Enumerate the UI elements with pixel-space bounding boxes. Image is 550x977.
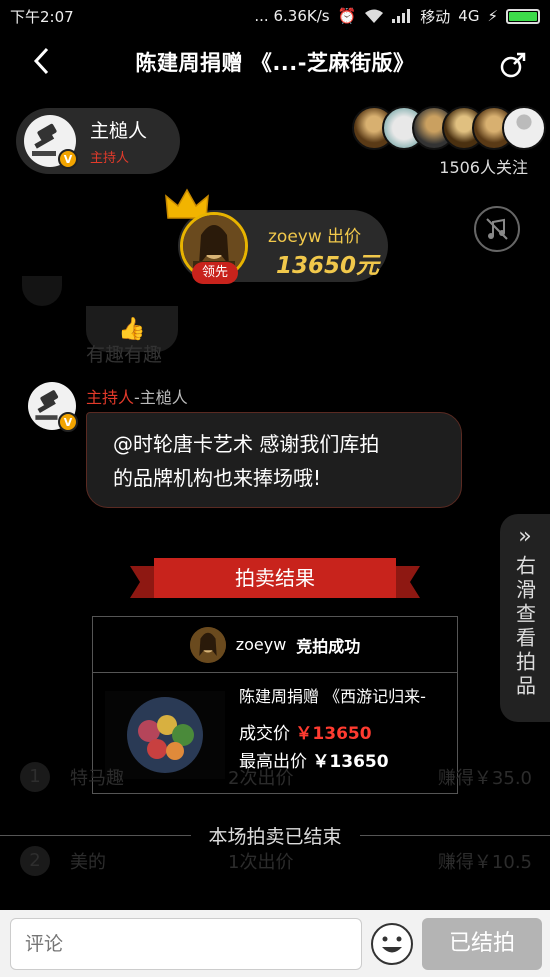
- share-button[interactable]: [498, 50, 528, 80]
- item-title: 陈建周捐赠 《西游记归来-: [239, 687, 426, 706]
- follower-avatar: [502, 106, 546, 150]
- winner-status: 竞拍成功: [296, 636, 361, 656]
- divider-line: [359, 834, 550, 836]
- network-speed: ... 6.36K/s: [254, 7, 330, 25]
- winner-avatar: [189, 626, 226, 663]
- chat-sender: 主持人-主槌人: [86, 384, 188, 408]
- chat-line: @时轮唐卡艺术 感谢我们库拍: [113, 432, 380, 456]
- double-chevron-right-icon: »: [518, 524, 532, 549]
- side-tab-label: 右滑查看拍品: [512, 555, 537, 699]
- faded-ranking-row: 1 特马趣 2次出价 赚得￥35.0: [14, 756, 534, 796]
- leader-price: 13650元: [276, 253, 380, 279]
- verified-icon: V: [58, 149, 78, 169]
- winner-name: zoeyw: [235, 635, 287, 654]
- thumbs-up-icon: 👍: [118, 316, 146, 342]
- chat-sender-name: -主槌人: [134, 388, 188, 407]
- rank-bids: 2次出价: [228, 768, 294, 789]
- host-card[interactable]: V 主槌人 主持人: [16, 108, 180, 174]
- leading-bid-card[interactable]: 领先 zoeyw 出价 13650元: [165, 188, 388, 284]
- follower-count: 1506人关注: [439, 158, 528, 177]
- rank-number: 2: [20, 846, 50, 876]
- back-button[interactable]: [24, 44, 58, 78]
- charging-icon: ⚡: [487, 7, 498, 25]
- faded-chat-text: 有趣有趣: [86, 344, 163, 366]
- auction-ended-button[interactable]: 已结拍: [422, 918, 542, 970]
- emoji-button[interactable]: [370, 922, 414, 966]
- result-banner-title: 拍卖结果: [235, 566, 315, 590]
- host-role: 主持人: [90, 151, 130, 166]
- rank-number: 1: [20, 762, 50, 792]
- network-type: 4G: [458, 7, 480, 25]
- share-icon: [500, 52, 526, 78]
- bottom-bar: 已结拍: [0, 910, 550, 977]
- page-title: 陈建周捐赠 《...-芝麻街版》: [135, 51, 415, 75]
- chat-message-bubble: @时轮唐卡艺术 感谢我们库拍 的品牌机构也来捧场哦!: [86, 412, 462, 508]
- alarm-icon: ⏰: [337, 7, 357, 25]
- verified-icon: V: [58, 412, 78, 432]
- faded-chat-avatar: [22, 276, 62, 306]
- chat-avatar[interactable]: V: [28, 382, 78, 432]
- rank-bids: 1次出价: [228, 852, 294, 873]
- wifi-icon: [365, 9, 384, 23]
- smiley-icon: [371, 923, 413, 965]
- rank-earn: 赚得￥10.5: [437, 852, 532, 873]
- deal-price-label: 成交价: [239, 724, 290, 744]
- host-name: 主槌人: [90, 120, 148, 142]
- deal-price: ￥13650: [295, 724, 372, 744]
- chevron-left-icon: [33, 47, 49, 75]
- signal-icon: [392, 9, 411, 23]
- rank-user: 特马趣: [70, 768, 124, 789]
- leader-bidder: zoeyw 出价: [268, 227, 362, 247]
- comment-input[interactable]: [10, 918, 362, 970]
- status-time: 下午2:07: [10, 7, 74, 26]
- chat-line: 的品牌机构也来捧场哦!: [113, 466, 322, 490]
- rank-earn: 赚得￥35.0: [437, 768, 532, 789]
- host-avatar: V: [24, 115, 78, 169]
- swipe-view-items-tab[interactable]: » 右滑查看拍品: [500, 514, 550, 722]
- rank-user: 美的: [70, 852, 106, 873]
- top-bar: 陈建周捐赠 《...-芝麻街版》: [0, 32, 550, 92]
- battery-icon: [506, 8, 540, 24]
- divider-line: [0, 834, 191, 836]
- carrier-label: 移动: [420, 7, 451, 26]
- status-bar: 下午2:07 ... 6.36K/s ⏰ 移动 4G ⚡: [0, 0, 550, 32]
- chat-sender-role: 主持人: [86, 388, 135, 407]
- leading-badge: 领先: [192, 262, 238, 284]
- followers-panel[interactable]: 1506人关注: [352, 106, 546, 178]
- music-off-icon: [486, 218, 508, 240]
- faded-ranking-row: 2 美的 1次出价 赚得￥10.5: [14, 840, 534, 880]
- music-toggle-button[interactable]: [474, 206, 520, 252]
